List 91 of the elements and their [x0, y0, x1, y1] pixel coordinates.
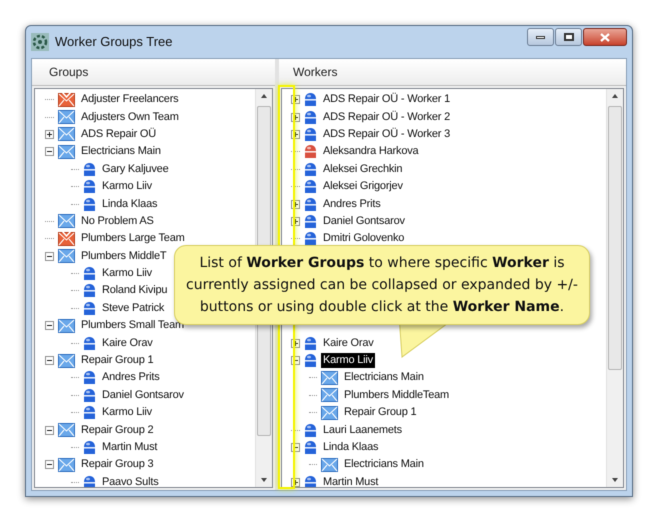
tree-item[interactable]: Adjuster Freelancers — [79, 92, 180, 108]
tree-item[interactable]: Martin Must — [100, 440, 160, 455]
callout-text: List of Worker Groups to where specific Worker is currently assigned can be collapsed or expanded by +/- buttons or using double click at the Worker Name. — [186, 255, 578, 315]
tree-item[interactable]: Linda Klaas — [100, 196, 160, 212]
envelope-icon — [58, 456, 75, 473]
tree-item[interactable]: Electricians Main — [342, 457, 426, 472]
collapse-button[interactable] — [45, 426, 54, 435]
plus-icon — [292, 130, 299, 138]
tree-item[interactable]: Electricians Main — [79, 144, 163, 160]
tree-item[interactable]: Repair Group 1 — [79, 353, 156, 368]
tree-item[interactable]: Karmo Liiv — [100, 266, 154, 282]
tree-item[interactable]: Repair Group 1 — [342, 405, 418, 420]
collapse-button[interactable] — [45, 147, 54, 156]
tree-item[interactable]: Repair Group 3 — [79, 457, 156, 472]
tree-item[interactable]: ADS Repair OÜ — [79, 126, 158, 142]
tree-item[interactable]: Martin Must — [321, 474, 380, 487]
tree-item[interactable]: Karmo Liiv — [100, 179, 154, 194]
tree-item[interactable]: Electricians Main — [342, 370, 426, 386]
collapse-button[interactable] — [45, 252, 54, 261]
envelope-icon — [58, 352, 75, 369]
person-icon — [83, 336, 96, 351]
plus-icon — [292, 200, 299, 208]
app-icon — [31, 33, 49, 51]
tree-item[interactable]: Dmitri Golovenko — [321, 231, 406, 246]
envelope-icon — [321, 456, 338, 473]
envelope-icon — [58, 318, 75, 334]
scrollbar[interactable] — [606, 89, 623, 487]
tree-item[interactable]: Paavo Sults — [100, 474, 161, 487]
tree-item[interactable]: Karmo Liiv — [321, 353, 375, 368]
plus-icon — [292, 340, 299, 347]
tree-item[interactable]: ADS Repair OÜ - Worker 1 — [321, 92, 452, 108]
person-icon — [83, 405, 96, 420]
tree-item[interactable]: Daniel Gontsarov — [321, 214, 407, 229]
person-icon — [83, 283, 96, 298]
plus-icon — [46, 130, 53, 138]
column-header[interactable]: Workers — [279, 59, 626, 86]
close-button[interactable] — [583, 28, 627, 46]
window-title: Worker Groups Tree — [55, 33, 173, 52]
envelope-icon — [58, 248, 75, 264]
person-icon — [83, 370, 96, 386]
tree-item[interactable]: Gary Kaljuvee — [100, 162, 170, 177]
person-icon — [83, 300, 96, 316]
column-header[interactable]: Groups — [32, 59, 275, 86]
tree-item[interactable]: Plumbers MiddleT — [79, 248, 168, 264]
tree-item[interactable]: Aleksei Grigorjev — [321, 179, 405, 194]
tree-item[interactable]: Plumbers MiddleTeam — [342, 388, 452, 403]
tree-item[interactable]: Daniel Gontsarov — [100, 388, 186, 403]
envelope-icon — [58, 422, 75, 438]
collapse-button[interactable] — [45, 321, 54, 330]
person-icon — [83, 440, 96, 455]
person-icon — [83, 196, 96, 212]
tree-item[interactable]: Andres Prits — [100, 370, 162, 386]
plus-icon — [292, 478, 299, 486]
person-icon — [83, 162, 96, 177]
envelope-icon — [58, 109, 75, 126]
person-icon — [83, 388, 96, 403]
plus-icon — [292, 96, 299, 104]
collapse-button[interactable] — [45, 356, 54, 366]
envelope-icon — [58, 144, 75, 160]
person-icon — [83, 179, 96, 194]
envelope-icon — [58, 213, 75, 230]
tree-item[interactable]: Plumbers Large Team — [79, 231, 187, 246]
tree-item[interactable]: Steve Patrick — [100, 300, 166, 316]
plus-icon — [292, 218, 299, 225]
maximize-button[interactable] — [555, 28, 582, 46]
envelope-icon — [321, 370, 338, 386]
envelope-icon — [58, 126, 75, 142]
close-icon — [600, 32, 610, 42]
tree-item[interactable]: Lauri Laanemets — [321, 422, 404, 438]
tree-item[interactable]: ADS Repair OÜ - Worker 3 — [321, 126, 452, 142]
tree-item[interactable]: Roland Kivipu — [100, 283, 170, 298]
tree-item[interactable]: Karmo Liiv — [100, 405, 154, 420]
expand-button[interactable] — [45, 130, 54, 139]
tree-item[interactable]: Andres Prits — [321, 196, 383, 212]
collapse-button[interactable] — [45, 460, 54, 470]
tree-item[interactable]: Kaire Orav — [100, 336, 155, 351]
tree-item[interactable]: Aleksandra Harkova — [321, 144, 420, 160]
person-icon — [83, 266, 96, 282]
flagged-envelope-icon — [58, 230, 75, 247]
tree-item[interactable]: No Problem AS — [79, 214, 156, 229]
tree-item[interactable]: Adjusters Own Team — [79, 110, 181, 125]
tree-item[interactable]: Kaire Orav — [321, 336, 376, 351]
minimize-button[interactable] — [527, 28, 554, 46]
plus-icon — [292, 114, 299, 121]
tree-item[interactable]: Aleksei Grechkin — [321, 162, 404, 177]
tree-item[interactable]: Linda Klaas — [321, 440, 380, 456]
flagged-envelope-icon — [58, 92, 75, 108]
tree-item[interactable]: ADS Repair OÜ - Worker 2 — [321, 110, 452, 125]
envelope-icon — [321, 387, 338, 404]
envelope-icon — [321, 404, 338, 421]
tree-item[interactable]: Repair Group 2 — [79, 422, 156, 438]
